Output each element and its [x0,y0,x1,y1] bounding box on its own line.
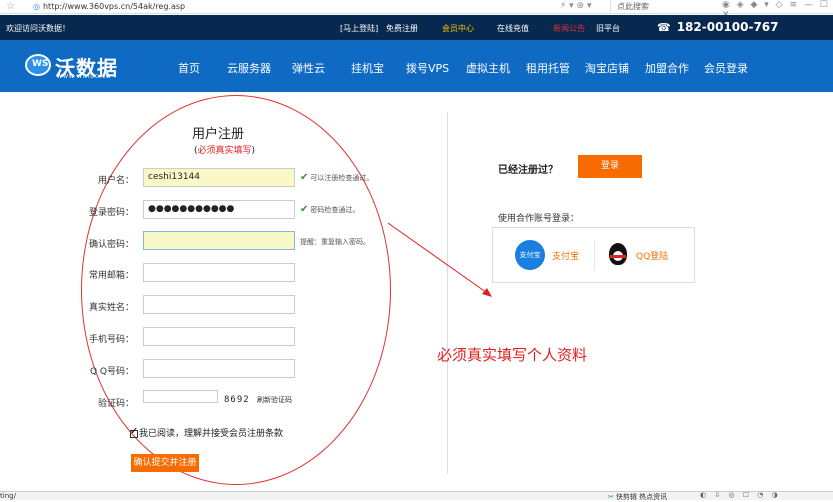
nav-franchise[interactable]: 加盟合作 [645,60,689,76]
email-label: 常用邮箱： [88,271,134,281]
welcome-text: 欢迎访问沃数据！ [6,24,70,33]
login-link[interactable]: [马上登陆] [340,23,378,34]
status-url: ting/ [0,492,16,500]
url-text: http://www.360vps.cn/54ak/reg.asp [42,2,186,11]
password-hint: ✔ 密码检查通过。 [300,204,360,215]
nav-guajibao[interactable]: 挂机宝 [351,60,384,76]
agree-text: 我已阅读，理解并接受会员注册条款 [139,429,284,439]
confirm-password-input[interactable] [143,231,295,250]
realname-label: 真实姓名： [88,303,134,313]
form-subtitle: (必须真实填写) [194,146,256,156]
nav-virtual-host[interactable]: 虚拟主机 [466,60,510,76]
hotline: ☎ 182-00100-767 [657,20,779,34]
login-button[interactable]: 登录 [578,155,642,178]
realname-input[interactable] [143,295,295,314]
old-platform-link[interactable]: 旧平台 [596,23,620,34]
browser-toolbar: ☆ ◎ http://www.360vps.cn/54ak/reg.asp ⚡ ▾… [0,0,833,20]
nav-member-login[interactable]: 会员登录 [704,60,748,76]
confirm-password-hint: 提醒：重复输入密码。 [300,238,370,246]
password-label: 登录密码： [88,208,134,218]
email-input[interactable] [143,263,295,282]
nav-hosting[interactable]: 租用托管 [526,60,570,76]
member-center-link[interactable]: 会员中心 [442,23,474,34]
nav-home[interactable]: 首页 [178,60,200,76]
required-note: 必须真实填写 [197,146,252,156]
qq-penguin-icon[interactable] [607,241,629,267]
logo-mark-icon: WS [25,54,51,76]
check-icon: ✔ [300,172,309,183]
password-input[interactable]: ●●●●●●●●●●● [143,200,295,219]
already-registered-text: 已经注册过？ [498,165,558,176]
username-hint: ✔ 可以注册检查通过。 [300,172,374,183]
qq-input[interactable] [143,359,295,378]
confirm-password-label: 确认密码： [88,240,134,250]
bookmark-star-icon[interactable]: ☆ [6,1,15,12]
username-label: 用户名： [97,176,134,186]
alipay-login-link[interactable]: 支付宝 [552,249,579,262]
phone-label: 手机号码： [88,335,134,345]
status-tools[interactable]: ✂ 快剪辑 热点资讯 [608,492,667,502]
site-logo[interactable]: WS 沃数据 WWW.WOIDC.CN [25,52,135,80]
logo-subtext: WWW.WOIDC.CN [57,74,112,80]
register-link[interactable]: 免费注册 [386,23,418,34]
main-nav: WS 沃数据 WWW.WOIDC.CN 首页 云服务器 弹性云 挂机宝 拨号VP… [0,40,833,92]
news-link[interactable]: 新闻公告 [553,23,585,34]
nav-taobao-shop[interactable]: 淘宝店铺 [585,60,629,76]
page-action-icons[interactable]: ⚡ ▾ ⊛ ▾ [560,1,591,11]
captcha-image[interactable]: 8692 [224,395,250,405]
recharge-link[interactable]: 在线充值 [497,23,529,34]
phone-input[interactable] [143,327,295,346]
partner-login-label: 使用合作账号登录： [498,214,580,224]
nav-cloud-server[interactable]: 云服务器 [227,60,271,76]
status-icons[interactable]: ◐ ⇩ ◎ ☐ ◔ ◑ [700,491,781,499]
top-info-bar: 欢迎访问沃数据！ [马上登陆] 免费注册 会员中心 在线充值 新闻公告 旧平台 … [0,15,833,40]
alipay-icon[interactable]: 支付宝 [515,240,545,270]
refresh-captcha-link[interactable]: 刷新验证码 [257,395,292,405]
annotation-text: 必须真实填写个人资料 [437,346,588,364]
form-title: 用户注册 [192,127,245,142]
submit-register-button[interactable]: 确认提交并注册 [131,454,199,472]
browser-status-bar: ting/ ✂ 快剪辑 热点资讯 ◐ ⇩ ◎ ☐ ◔ ◑ [0,491,833,502]
separator [594,240,595,270]
check-icon: ✔ [300,204,309,215]
address-bar[interactable]: ◎ http://www.360vps.cn/54ak/reg.asp [33,2,185,11]
qq-label: Q Q号码： [89,367,134,377]
browser-search-input[interactable]: 点此搜索 [610,1,720,13]
username-input[interactable]: ceshi13144 [143,168,295,187]
agree-checkbox[interactable] [130,426,138,438]
globe-icon: ◎ [33,2,40,11]
captcha-label: 验证码： [97,399,134,409]
hotline-number: 182-00100-767 [676,20,779,34]
captcha-input[interactable] [143,390,218,403]
qq-login-link[interactable]: QQ登陆 [636,249,668,262]
phone-icon: ☎ [657,21,671,34]
nav-dialup-vps[interactable]: 拨号VPS [406,60,449,76]
partner-login-box: 支付宝 支付宝 QQ登陆 [492,227,695,283]
annotation-arrow [387,222,492,297]
nav-elastic-cloud[interactable]: 弹性云 [292,60,325,76]
agree-terms[interactable]: 我已阅读，理解并接受会员注册条款 [130,426,283,439]
